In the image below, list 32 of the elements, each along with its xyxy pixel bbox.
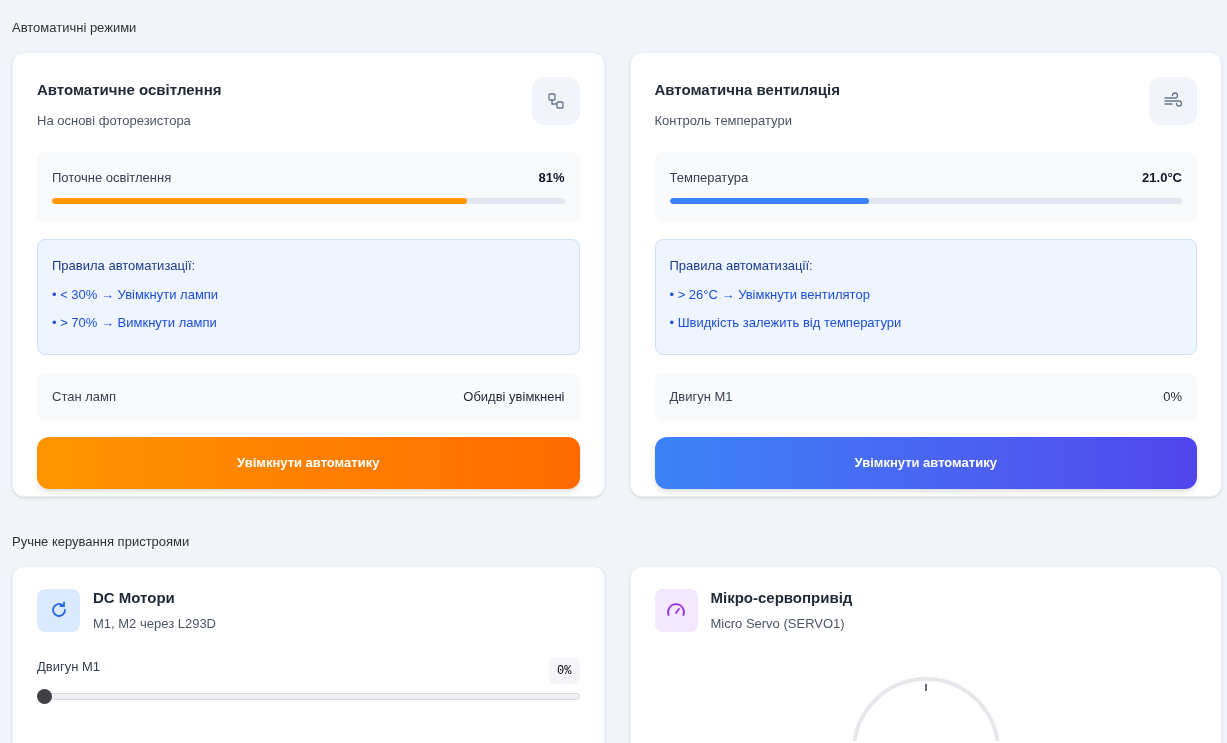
card-subtitle: На основі фоторезистора <box>37 111 192 130</box>
card-title: Автоматичне освітлення <box>37 80 222 100</box>
squares-icon <box>546 92 565 110</box>
status-label: Стан ламп <box>52 388 116 407</box>
rule-item: • < 30% → Увімкнути лампи <box>52 286 220 304</box>
card-title: Мікро-сервопривід <box>710 588 853 608</box>
status-value: Обидві увімкнені <box>463 388 565 407</box>
enable-automation-button[interactable]: Увімкнути автоматику <box>37 437 580 489</box>
section-title: Автоматичні режими <box>12 19 138 36</box>
card-title: DC Мотори <box>93 588 176 608</box>
status-value: 0% <box>1163 388 1182 407</box>
slider-thumb[interactable] <box>37 689 52 704</box>
card-subtitle: Micro Servo (SERVO1) <box>710 614 846 633</box>
sensor-value: 81% <box>538 169 565 187</box>
rule-item: • Швидкість залежить від температури <box>669 313 903 332</box>
wind-icon <box>1163 92 1183 110</box>
slider-value: 0% <box>549 658 580 684</box>
rules-title: Правила автоматизації: <box>52 256 197 275</box>
sensor-label: Температура <box>669 169 749 187</box>
sensor-label: Поточне освітлення <box>52 169 172 187</box>
card-subtitle: M1, M2 через L293D <box>93 614 216 633</box>
rules-title: Правила автоматизації: <box>669 256 814 275</box>
card-title: Автоматична вентиляція <box>654 80 840 100</box>
status-label: Двигун M1 <box>669 388 733 407</box>
section-title: Ручне керування пристроями <box>12 533 191 550</box>
enable-automation-button[interactable]: Увімкнути автоматику <box>654 437 1197 489</box>
rule-item: • > 70% → Вимкнути лампи <box>52 313 218 332</box>
rule-item: • > 26°C → Увімкнути вентилятор <box>669 286 871 304</box>
slider-label: Двигун M1 <box>37 658 101 677</box>
sensor-value: 21.0°C <box>1142 169 1182 187</box>
slider[interactable] <box>37 689 580 704</box>
card-subtitle: Контроль температури <box>654 111 793 130</box>
